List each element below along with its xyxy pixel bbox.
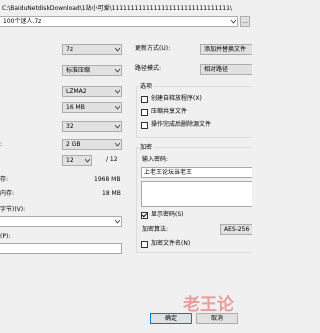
archive-path-text: C:\BaiduNetdiskDownload\1站小可爱\1111111111… [2, 5, 232, 12]
encryption-group-title: 加密 [139, 143, 154, 153]
memory-compress-value: 1968 MB [94, 176, 121, 183]
word-size-select[interactable]: 32 [62, 121, 122, 132]
cancel-button[interactable]: 取消 [196, 313, 238, 324]
chevron-down-icon [231, 19, 236, 24]
method-value: LZMA2 [66, 88, 87, 95]
show-password-checkbox[interactable] [141, 212, 148, 219]
parameters-input[interactable] [0, 243, 122, 254]
level-value: 标准压缩 [66, 67, 91, 74]
update-mode-value: 添加并替换文件 [204, 46, 247, 53]
path-mode-select[interactable]: 相对路径 [200, 64, 252, 75]
chevron-down-icon [115, 142, 120, 147]
encryption-method-select[interactable]: AES-256 [220, 224, 252, 235]
archive-name-value: 100个迷人.7z [3, 18, 42, 25]
threads-value: 12 [66, 157, 74, 164]
ok-button[interactable]: 确定 [150, 313, 192, 324]
memory-decompress-value: 18 MB [102, 190, 121, 197]
solid-block-label: : [0, 141, 3, 148]
path-mode-value: 相对路径 [204, 66, 229, 73]
encrypt-filenames-label: 加密文件名(N) [151, 240, 191, 247]
update-mode-label: 更新方式(U): [135, 45, 171, 52]
shared-files-checkbox[interactable] [141, 109, 148, 116]
encryption-method-value: AES-256 [224, 226, 250, 233]
encryption-method-label: 加密算法: [142, 226, 169, 233]
browse-button[interactable]: … [240, 16, 250, 27]
format-select[interactable]: 7z [62, 44, 122, 55]
sfx-checkbox-label: 创建自释放程序(X) [151, 95, 202, 102]
archive-name-field[interactable]: 100个迷人.7z [0, 16, 238, 27]
password-confirm-area[interactable] [141, 181, 252, 207]
chevron-down-icon [115, 105, 120, 110]
options-group-title: 选项 [139, 82, 154, 92]
volume-size-select[interactable] [0, 216, 122, 227]
chevron-down-icon [115, 124, 120, 129]
chevron-down-icon [115, 219, 120, 224]
solid-block-select[interactable]: 2 GB [62, 139, 122, 150]
level-select[interactable]: 标准压缩 [62, 65, 122, 76]
path-mode-label: 路径模式: [135, 65, 162, 72]
password-label: 输入密码: [142, 156, 169, 163]
sfx-checkbox[interactable] [141, 96, 148, 103]
chevron-down-icon [85, 158, 90, 163]
shared-files-checkbox-label: 压缩共享文件 [151, 108, 188, 115]
delete-after-checkbox-label: 操作完成后删除源文件 [151, 121, 212, 128]
parameters-label: (P): [0, 233, 11, 240]
password-value: 上老王论坛当老王 [144, 169, 193, 176]
format-value: 7z [66, 46, 73, 53]
dictionary-select[interactable]: 16 MB [62, 102, 122, 113]
encrypt-filenames-checkbox[interactable] [141, 241, 148, 248]
password-input[interactable]: 上老王论坛当老王 [141, 167, 252, 178]
delete-after-checkbox[interactable] [141, 122, 148, 129]
method-select[interactable]: LZMA2 [62, 86, 122, 97]
forum-watermark: 老王论 [183, 295, 234, 315]
word-size-value: 32 [66, 123, 74, 130]
chevron-down-icon [115, 47, 120, 52]
memory-compress-label: 存: [0, 176, 9, 183]
chevron-down-icon [115, 89, 120, 94]
memory-decompress-label: 内存: [0, 190, 15, 197]
show-password-label: 显示密码(S) [151, 211, 184, 218]
volume-size-label: 字节)(V): [0, 206, 26, 213]
threads-select[interactable]: 12 [62, 155, 92, 166]
dictionary-value: 16 MB [66, 104, 85, 111]
solid-block-value: 2 GB [66, 141, 81, 148]
update-mode-select[interactable]: 添加并替换文件 [200, 44, 252, 55]
threads-max: / 12 [106, 156, 118, 163]
chevron-down-icon [115, 68, 120, 73]
